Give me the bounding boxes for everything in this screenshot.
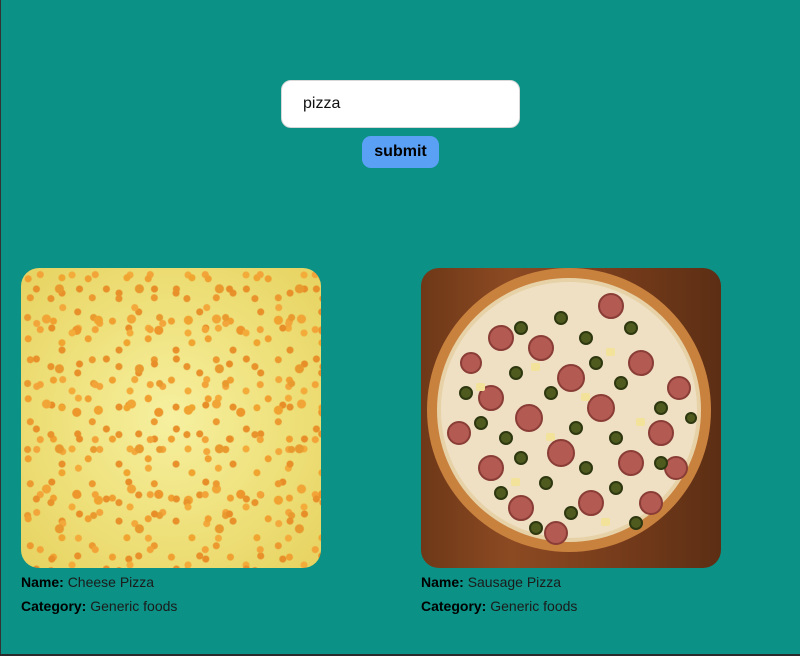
category-line: Category: Generic foods [21, 594, 321, 618]
card-meta: Name: Sausage Pizza Category: Generic fo… [421, 570, 721, 618]
search-form: submit [281, 80, 520, 168]
sausage-pizza-image[interactable] [421, 268, 721, 568]
category-value: Generic foods [490, 598, 578, 614]
category-key: Category: [21, 598, 87, 614]
frame-edge [0, 0, 1, 656]
pizza-illustration [427, 268, 711, 552]
category-line: Category: Generic foods [421, 594, 721, 618]
name-value: Sausage Pizza [467, 574, 562, 590]
category-value: Generic foods [90, 598, 178, 614]
name-value: Cheese Pizza [67, 574, 155, 590]
name-line: Name: Sausage Pizza [421, 570, 721, 594]
card-meta: Name: Cheese Pizza Category: Generic foo… [21, 570, 321, 618]
search-input[interactable] [281, 80, 520, 128]
name-line: Name: Cheese Pizza [21, 570, 321, 594]
result-card[interactable]: Name: Cheese Pizza Category: Generic foo… [21, 268, 321, 618]
submit-button[interactable]: submit [362, 136, 439, 168]
result-card[interactable]: Name: Sausage Pizza Category: Generic fo… [421, 268, 721, 618]
name-key: Name: [21, 574, 64, 590]
category-key: Category: [421, 598, 487, 614]
cheese-pizza-image[interactable] [21, 268, 321, 568]
name-key: Name: [421, 574, 464, 590]
